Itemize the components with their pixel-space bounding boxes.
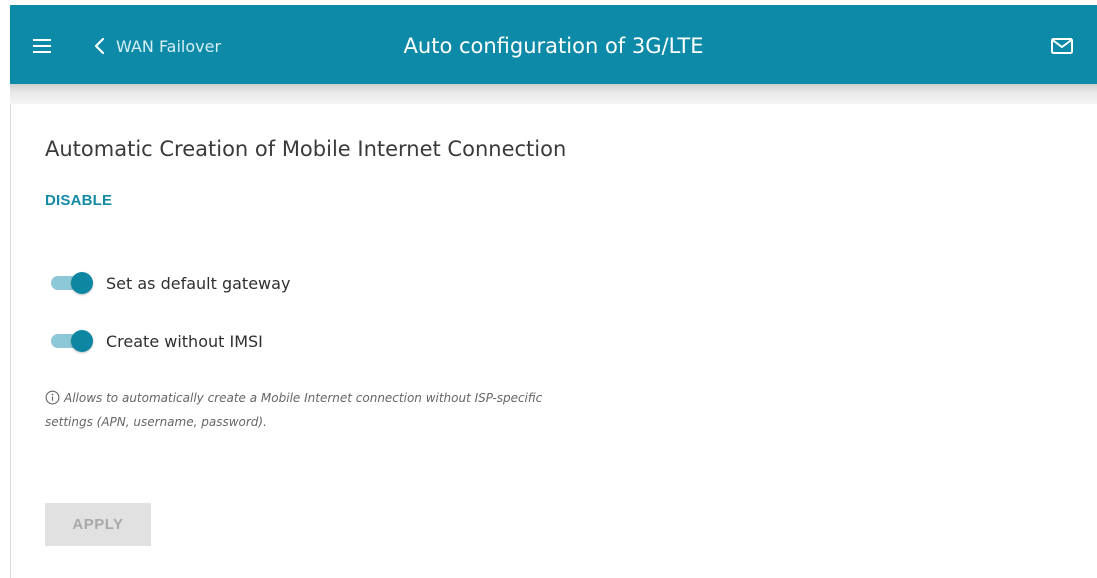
create-without-imsi-label: Create without IMSI [106,331,263,351]
hint-text-block: Allows to automatically create a Mobile … [45,386,555,434]
create-without-imsi-toggle-row[interactable]: Create without IMSI [49,329,263,353]
section-title: Automatic Creation of Mobile Internet Co… [45,137,567,161]
hint-text: Allows to automatically create a Mobile … [45,391,543,429]
info-icon [45,390,60,405]
default-gateway-toggle[interactable] [49,271,95,295]
header-shadow [10,84,1097,104]
default-gateway-toggle-row[interactable]: Set as default gateway [49,271,290,295]
apply-button[interactable]: APPLY [45,503,151,546]
create-without-imsi-toggle[interactable] [49,329,95,353]
default-gateway-label: Set as default gateway [106,273,291,293]
main-content: Automatic Creation of Mobile Internet Co… [10,104,1097,578]
envelope-icon[interactable] [1050,36,1074,56]
disable-button[interactable]: DISABLE [45,192,112,209]
top-header-bar: WAN Failover Auto configuration of 3G/LT… [10,5,1097,84]
page-title: Auto configuration of 3G/LTE [403,34,704,58]
